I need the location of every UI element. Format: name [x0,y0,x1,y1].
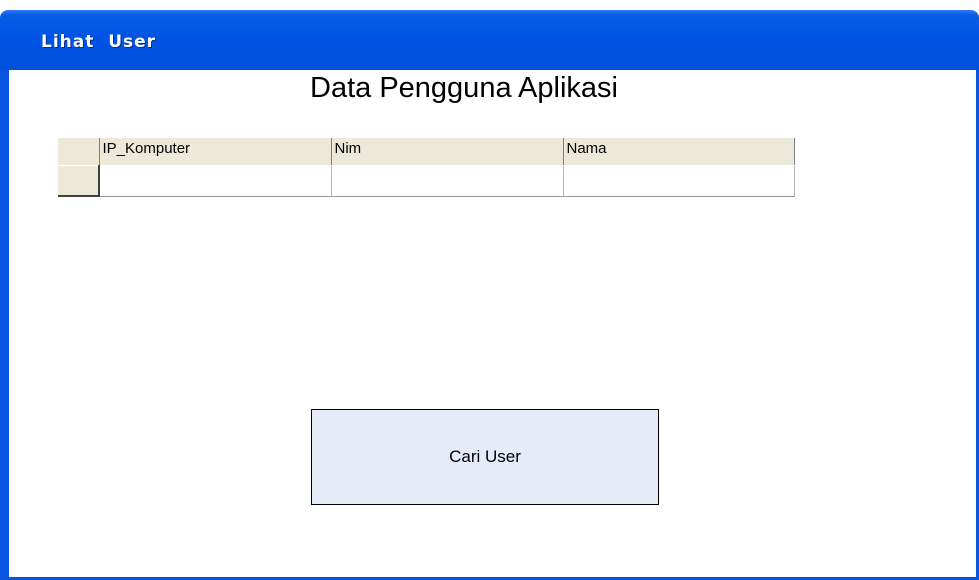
cari-user-button[interactable]: Cari User [311,409,659,505]
user-data-grid[interactable]: IP_Komputer Nim Nama [58,138,795,197]
table-row[interactable] [58,165,795,197]
cell-ip-komputer[interactable] [99,165,332,197]
column-header-nim[interactable]: Nim [331,138,564,166]
column-header-nama[interactable]: Nama [563,138,795,166]
grid-corner-cell[interactable] [58,138,100,166]
cari-user-button-label: Cari User [449,447,521,466]
window-title: Lihat User [41,32,157,52]
cell-nama[interactable] [563,165,795,197]
row-selector[interactable] [58,165,100,197]
window-frame-left [0,70,9,580]
grid-header-row: IP_Komputer Nim Nama [58,138,795,166]
title-bar[interactable]: Lihat User [0,10,979,70]
column-header-ip-komputer[interactable]: IP_Komputer [99,138,332,166]
cell-nim[interactable] [331,165,564,197]
page-title: Data Pengguna Aplikasi [310,72,618,104]
